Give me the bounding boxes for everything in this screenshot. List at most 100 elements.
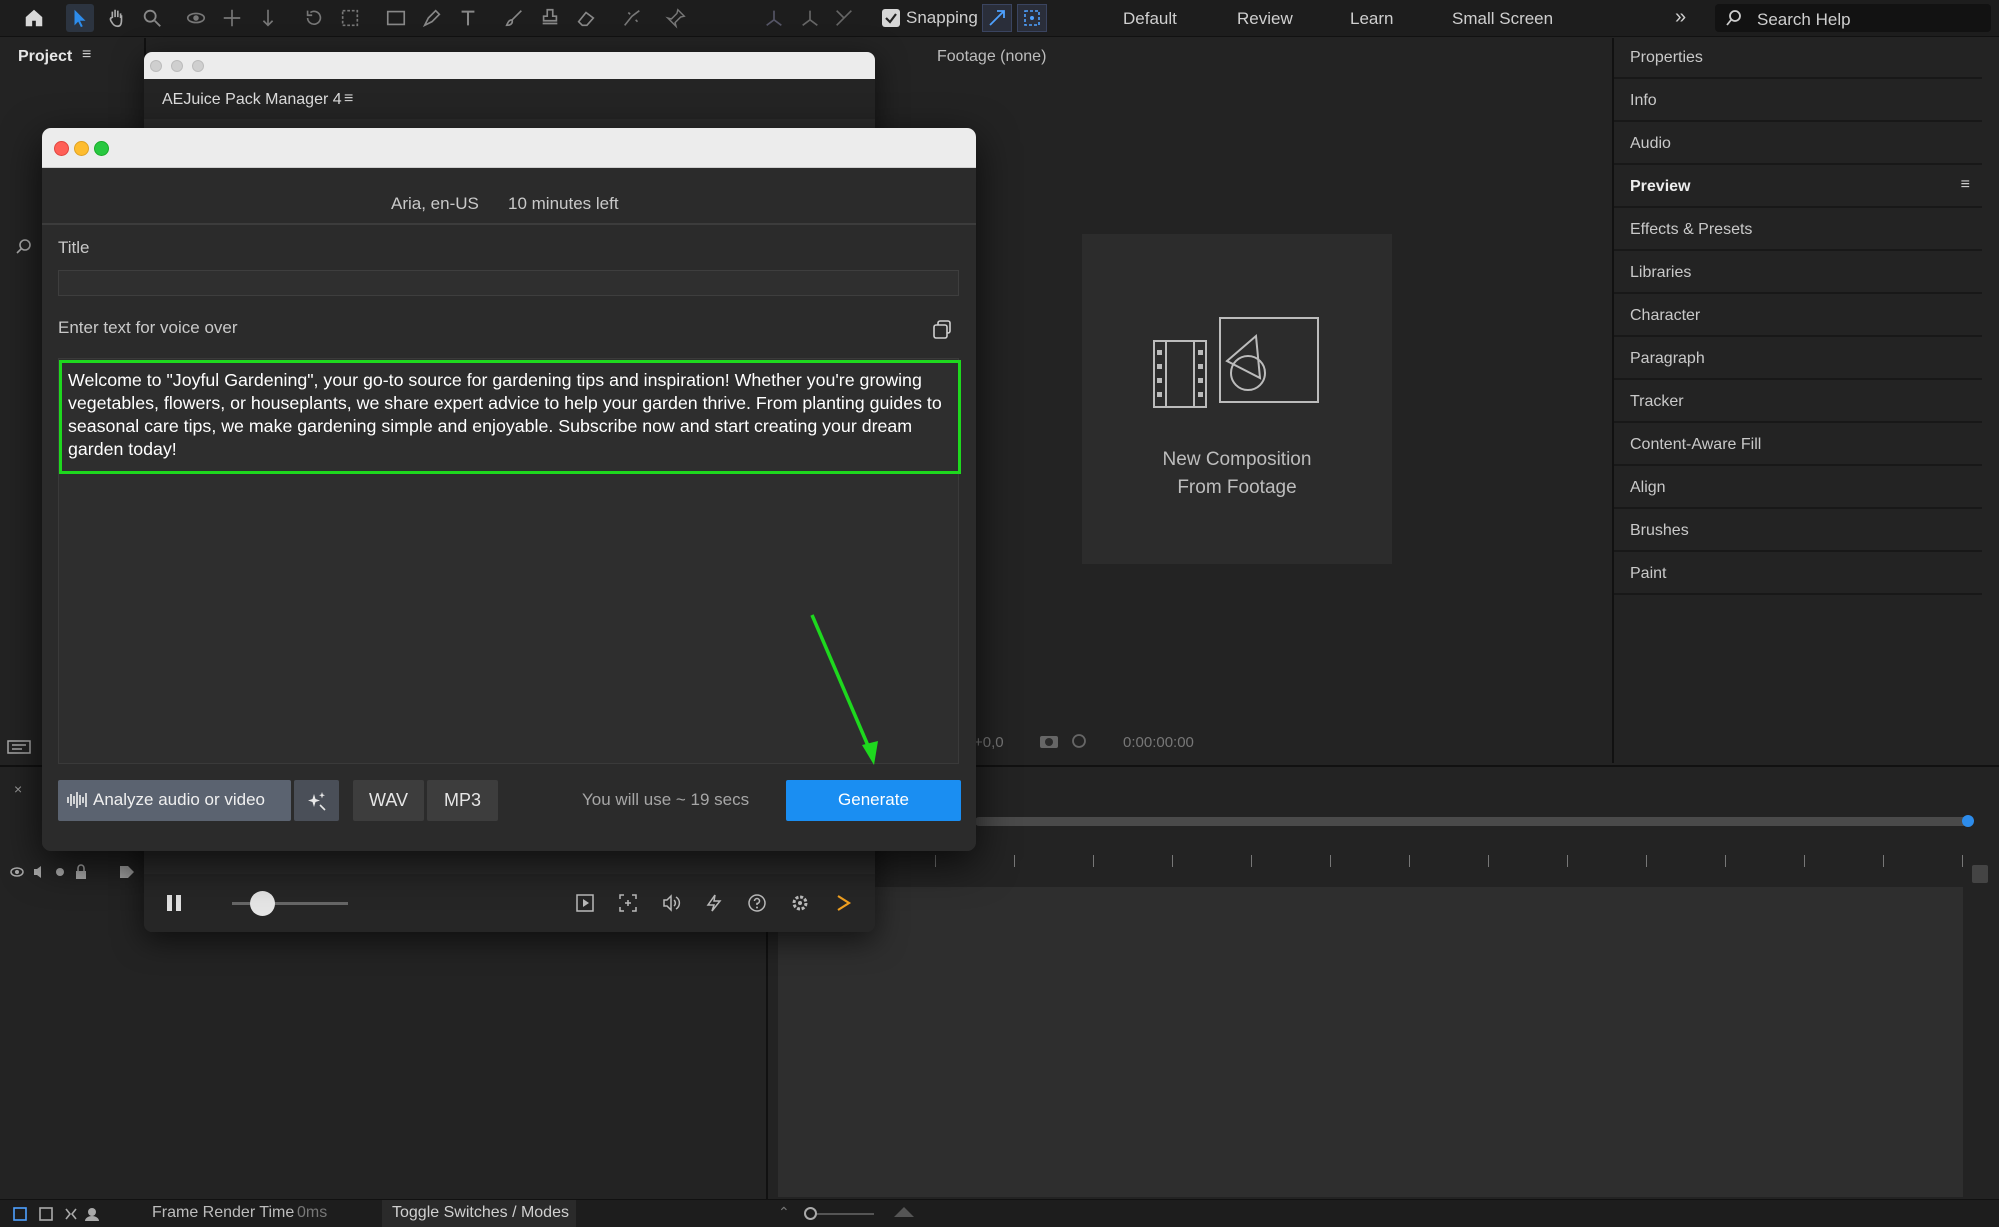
search-help-field[interactable]: Search Help	[1715, 4, 1991, 32]
magic-sparkle-button[interactable]	[294, 780, 339, 821]
analyze-audio-video-button[interactable]: Analyze audio or video	[58, 780, 291, 821]
timeline-track-area[interactable]	[778, 887, 1963, 1197]
sound-icon[interactable]	[659, 891, 683, 915]
project-menu-icon[interactable]: ≡	[82, 46, 91, 64]
help-icon[interactable]	[745, 891, 769, 915]
copy-icon[interactable]	[930, 318, 954, 342]
rotate-tool-icon[interactable]	[300, 4, 328, 32]
playhead-handle[interactable]	[1962, 815, 1974, 827]
panel-align[interactable]: Align	[1614, 468, 1982, 509]
viewer-offset: +0,0	[974, 734, 1004, 751]
timeline-work-area-bar[interactable]	[975, 817, 1973, 826]
panel-paint[interactable]: Paint	[1614, 554, 1982, 595]
zoom-in-icon[interactable]	[892, 1203, 916, 1219]
eraser-tool-icon[interactable]	[572, 4, 600, 32]
panel-preview[interactable]: Preview ≡	[1614, 167, 1982, 208]
snap-edges-icon[interactable]	[982, 4, 1012, 32]
settings-gear-icon[interactable]	[788, 891, 812, 915]
panel-preview-label: Preview	[1630, 178, 1691, 195]
workspace-small-screen[interactable]: Small Screen	[1452, 9, 1553, 29]
fit-frame-icon[interactable]	[616, 891, 640, 915]
new-composition-from-footage-button[interactable]: New Composition From Footage	[1082, 234, 1392, 564]
aejuice-logo-icon[interactable]	[831, 891, 855, 915]
hand-tool-icon[interactable]	[102, 4, 130, 32]
title-input[interactable]	[58, 270, 959, 296]
panel-character[interactable]: Character	[1614, 296, 1982, 337]
aejuice-tab-title[interactable]: AEJuice Pack Manager 4	[162, 91, 342, 109]
pan-behind-icon[interactable]	[336, 4, 364, 32]
layer-switch-icons[interactable]	[8, 863, 138, 881]
panel-info[interactable]: Info	[1614, 81, 1982, 122]
aejuice-menu-icon[interactable]: ≡	[344, 90, 353, 108]
more-workspaces-icon[interactable]: »	[1675, 6, 1686, 29]
workspace-review[interactable]: Review	[1237, 9, 1293, 29]
viewer-timecode[interactable]: 0:00:00:00	[1123, 734, 1194, 751]
voice-selector[interactable]: Aria, en-US	[391, 194, 479, 214]
preview-play-icon[interactable]	[573, 891, 597, 915]
project-search-icon[interactable]	[14, 238, 36, 256]
clone-stamp-icon[interactable]	[536, 4, 564, 32]
close-timeline-icon[interactable]: ×	[14, 781, 22, 797]
snapping-checkbox[interactable]	[882, 9, 900, 27]
panel-align-label: Align	[1630, 479, 1666, 496]
aejuice-zoom-button[interactable]	[192, 60, 204, 72]
view-axis-icon[interactable]	[830, 4, 858, 32]
mp3-format-button[interactable]: MP3	[427, 780, 498, 821]
local-axis-icon[interactable]	[760, 4, 788, 32]
home-icon[interactable]	[20, 4, 48, 32]
zoom-tool-icon[interactable]	[138, 4, 166, 32]
toggle-switches-label: Toggle Switches / Modes	[392, 1204, 569, 1221]
zoom-out-icon[interactable]: ⌃	[778, 1204, 790, 1221]
panel-effects-presets[interactable]: Effects & Presets	[1614, 210, 1982, 251]
panel-tracker[interactable]: Tracker	[1614, 382, 1982, 423]
pause-icon[interactable]	[163, 892, 185, 914]
timeline-zoom-slider[interactable]	[808, 1213, 874, 1215]
volume-slider-knob[interactable]	[250, 891, 275, 916]
panel-brushes-label: Brushes	[1630, 522, 1689, 539]
timeline-zoom-knob[interactable]	[804, 1207, 817, 1220]
panel-libraries-label: Libraries	[1630, 264, 1692, 281]
lightning-icon[interactable]	[702, 891, 726, 915]
voice-over-text-highlighted[interactable]: Welcome to "Joyful Gardening", your go-t…	[59, 360, 961, 474]
timeline-scrollbar[interactable]	[1972, 865, 1988, 883]
panel-properties[interactable]: Properties	[1614, 38, 1982, 79]
interpret-footage-icon[interactable]	[6, 738, 32, 756]
toggle-switches-modes-button[interactable]: Toggle Switches / Modes	[382, 1200, 576, 1227]
world-axis-icon[interactable]	[796, 4, 824, 32]
composition-mini-icon[interactable]	[12, 1205, 100, 1223]
aejuice-minimize-button[interactable]	[171, 60, 183, 72]
zoom-button[interactable]	[94, 141, 109, 156]
generate-button[interactable]: Generate	[786, 780, 961, 821]
rectangle-tool-icon[interactable]	[382, 4, 410, 32]
workspace-learn[interactable]: Learn	[1350, 9, 1393, 29]
snapshot-camera-icon[interactable]	[1038, 732, 1060, 750]
puppet-pin-icon[interactable]	[662, 4, 690, 32]
show-snapshot-icon[interactable]	[1068, 732, 1090, 750]
new-composition-label: New Composition From Footage	[1082, 446, 1392, 502]
panel-libraries[interactable]: Libraries	[1614, 253, 1982, 294]
wav-format-button[interactable]: WAV	[353, 780, 424, 821]
dolly-camera-icon[interactable]	[254, 4, 282, 32]
orbit-camera-icon[interactable]	[182, 4, 210, 32]
voice-over-titlebar	[42, 128, 976, 168]
brush-tool-icon[interactable]	[500, 4, 528, 32]
snap-features-icon[interactable]	[1017, 4, 1047, 32]
pen-tool-icon[interactable]	[418, 4, 446, 32]
close-button[interactable]	[54, 141, 69, 156]
project-panel-title[interactable]: Project	[18, 48, 72, 66]
workspace-default[interactable]: Default	[1123, 9, 1177, 29]
voice-over-text-label: Enter text for voice over	[58, 318, 238, 337]
selection-tool-icon[interactable]	[66, 4, 94, 32]
aejuice-close-button[interactable]	[150, 60, 162, 72]
panel-brushes[interactable]: Brushes	[1614, 511, 1982, 552]
panel-audio[interactable]: Audio	[1614, 124, 1982, 165]
roto-brush-icon[interactable]	[618, 4, 646, 32]
pan-camera-icon[interactable]	[218, 4, 246, 32]
new-composition-line2: From Footage	[1177, 477, 1297, 498]
type-tool-icon[interactable]	[454, 4, 482, 32]
preview-menu-icon[interactable]: ≡	[1961, 176, 1970, 194]
panel-paragraph[interactable]: Paragraph	[1614, 339, 1982, 380]
minimize-button[interactable]	[74, 141, 89, 156]
search-help-placeholder: Search Help	[1757, 10, 1851, 29]
panel-content-aware-fill[interactable]: Content-Aware Fill	[1614, 425, 1982, 466]
